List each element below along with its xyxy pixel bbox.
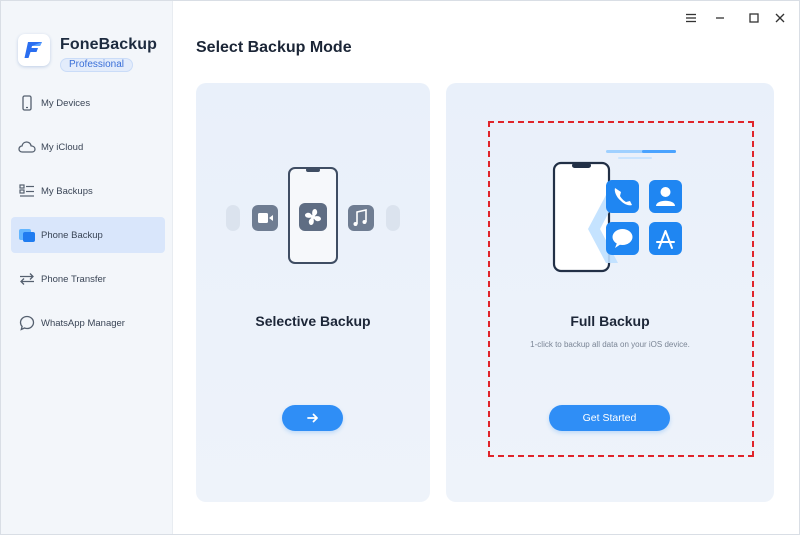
arrow-right-icon [306, 413, 318, 423]
selective-backup-illustration-icon [226, 167, 400, 264]
chat-icon [18, 314, 36, 332]
sidebar-item-label: WhatsApp Manager [41, 317, 125, 329]
cloud-icon [18, 138, 36, 156]
sidebar-item-my-icloud[interactable]: My iCloud [11, 129, 165, 165]
phone-backup-icon [18, 226, 36, 244]
selective-backup-next-button[interactable] [282, 405, 343, 431]
minimize-icon [716, 17, 724, 19]
close-button[interactable] [769, 9, 791, 27]
maximize-button[interactable] [743, 9, 765, 27]
app-window: FoneBackup Professional My Devices My iC… [0, 0, 800, 535]
sidebar-item-phone-transfer[interactable]: Phone Transfer [11, 261, 165, 297]
close-icon [775, 13, 785, 23]
app-name: FoneBackup [60, 36, 158, 53]
sidebar-item-label: Phone Transfer [41, 273, 106, 285]
sidebar-item-label: Phone Backup [41, 229, 103, 241]
fonebackup-logo-icon [18, 34, 50, 66]
sidebar-item-whatsapp-manager[interactable]: WhatsApp Manager [11, 305, 165, 341]
sidebar-item-label: My Backups [41, 185, 93, 197]
phone-icon [18, 94, 36, 112]
backups-icon [18, 182, 36, 200]
minimize-button[interactable] [709, 9, 731, 27]
page-title: Select Backup Mode [196, 39, 352, 56]
maximize-icon [749, 13, 759, 23]
sidebar-item-my-backups[interactable]: My Backups [11, 173, 165, 209]
transfer-icon [18, 270, 36, 288]
sidebar-item-label: My iCloud [41, 141, 84, 153]
get-started-button[interactable]: Get Started [549, 405, 670, 431]
brand: FoneBackup Professional [18, 34, 157, 72]
sidebar: FoneBackup Professional My Devices My iC… [1, 1, 173, 534]
menu-icon [686, 13, 696, 23]
menu-button[interactable] [680, 9, 702, 27]
sidebar-nav: My Devices My iCloud My Backups Phone Ba… [11, 85, 165, 349]
sidebar-item-label: My Devices [41, 97, 91, 109]
selective-backup-card[interactable]: Selective Backup [196, 83, 430, 502]
sidebar-item-my-devices[interactable]: My Devices [11, 85, 165, 121]
edition-badge: Professional [60, 58, 134, 72]
selective-backup-title: Selective Backup [255, 313, 371, 329]
sidebar-item-phone-backup[interactable]: Phone Backup [11, 217, 165, 253]
